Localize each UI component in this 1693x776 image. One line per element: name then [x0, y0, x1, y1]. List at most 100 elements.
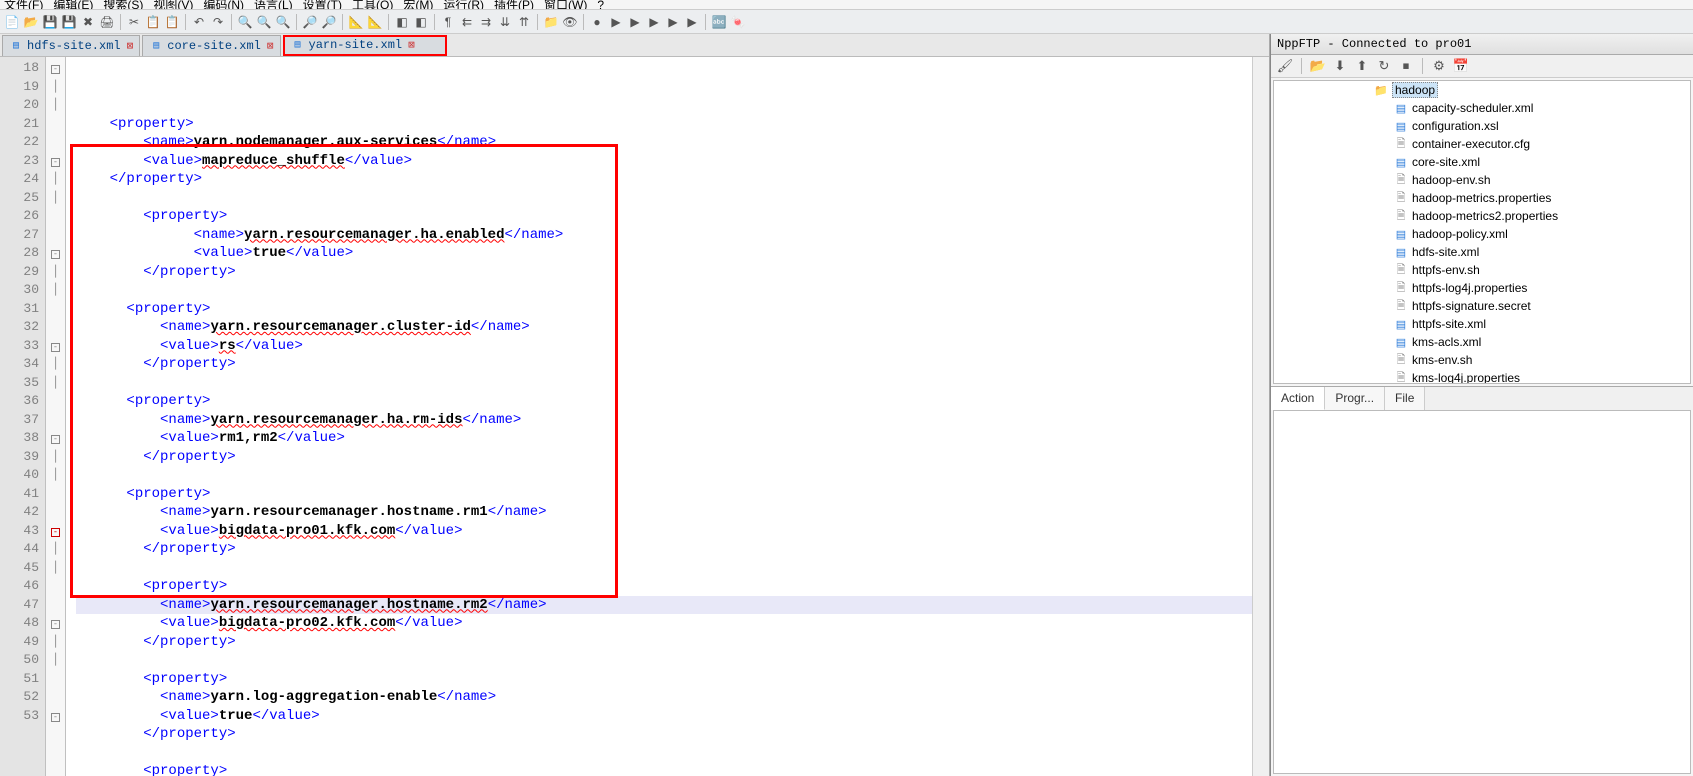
- folder-name[interactable]: hadoop: [1392, 82, 1438, 98]
- nppftp-toolbar-icon[interactable]: 📂: [1310, 58, 1326, 74]
- nppftp-toolbar-icon[interactable]: ⬇: [1332, 58, 1348, 74]
- toolbar-button-icon[interactable]: ¶: [440, 14, 456, 30]
- fold-marker[interactable]: [46, 485, 65, 504]
- file-name[interactable]: hadoop-env.sh: [1412, 173, 1491, 187]
- file-name[interactable]: httpfs-signature.secret: [1412, 299, 1531, 313]
- menu-item[interactable]: ?: [597, 0, 604, 10]
- code-line[interactable]: <value>true</value>: [76, 707, 1252, 726]
- fold-marker[interactable]: [46, 392, 65, 411]
- fold-marker[interactable]: │: [46, 355, 65, 374]
- code-line[interactable]: </property>: [76, 540, 1252, 559]
- fold-marker[interactable]: [46, 670, 65, 689]
- code-line[interactable]: </property>: [76, 725, 1252, 744]
- nppftp-log-tab[interactable]: File: [1385, 387, 1425, 410]
- code-line[interactable]: [76, 189, 1252, 208]
- code-line[interactable]: <property>: [76, 485, 1252, 504]
- tree-folder-row[interactable]: 📁hadoop: [1274, 81, 1690, 99]
- fold-marker[interactable]: -: [46, 59, 65, 78]
- file-name[interactable]: kms-env.sh: [1412, 353, 1472, 367]
- code-line[interactable]: <name>yarn.resourcemanager.hostname.rm2<…: [76, 596, 1252, 615]
- toolbar-button-icon[interactable]: ⇇: [459, 14, 475, 30]
- toolbar-button-icon[interactable]: 🖨: [99, 14, 115, 30]
- nppftp-log-tab[interactable]: Action: [1271, 387, 1325, 410]
- code-line[interactable]: <name>yarn.nodemanager.aux-services</nam…: [76, 133, 1252, 152]
- toolbar-button-icon[interactable]: 👁: [562, 14, 578, 30]
- code-line[interactable]: <name>yarn.resourcemanager.ha.enabled</n…: [76, 226, 1252, 245]
- fold-marker[interactable]: [46, 688, 65, 707]
- fold-marker[interactable]: [46, 577, 65, 596]
- fold-marker[interactable]: [46, 411, 65, 430]
- tree-file-row[interactable]: ▤core-site.xml: [1274, 153, 1690, 171]
- code-line[interactable]: [76, 374, 1252, 393]
- tree-file-row[interactable]: 🗎httpfs-signature.secret: [1274, 297, 1690, 315]
- menu-item[interactable]: 语言(L): [254, 0, 293, 10]
- fold-marker[interactable]: [46, 300, 65, 319]
- nppftp-log-area[interactable]: [1273, 410, 1691, 774]
- code-line[interactable]: <name>yarn.resourcemanager.hostname.rm1<…: [76, 503, 1252, 522]
- nppftp-toolbar-icon[interactable]: ⏹: [1398, 58, 1414, 74]
- code-line[interactable]: <name>yarn.resourcemanager.cluster-id</n…: [76, 318, 1252, 337]
- code-line[interactable]: <value>mapreduce_shuffle</value>: [76, 152, 1252, 171]
- menu-item[interactable]: 窗口(W): [544, 0, 587, 10]
- tree-file-row[interactable]: 🗎httpfs-log4j.properties: [1274, 279, 1690, 297]
- code-area[interactable]: <property> <name>yarn.nodemanager.aux-se…: [66, 57, 1252, 776]
- tree-file-row[interactable]: ▤httpfs-site.xml: [1274, 315, 1690, 333]
- code-line[interactable]: [76, 744, 1252, 763]
- close-tab-icon[interactable]: ⊠: [267, 39, 274, 53]
- toolbar-button-icon[interactable]: ▶: [665, 14, 681, 30]
- code-line[interactable]: <property>: [76, 300, 1252, 319]
- code-line[interactable]: <value>rm1,rm2</value>: [76, 429, 1252, 448]
- fold-marker[interactable]: -: [46, 707, 65, 726]
- fold-marker[interactable]: │: [46, 466, 65, 485]
- fold-marker[interactable]: [46, 503, 65, 522]
- toolbar-button-icon[interactable]: ▶: [608, 14, 624, 30]
- fold-marker[interactable]: -: [46, 614, 65, 633]
- close-tab-icon[interactable]: ⊠: [408, 38, 415, 52]
- toolbar-button-icon[interactable]: ▶: [684, 14, 700, 30]
- fold-marker[interactable]: -: [46, 522, 65, 541]
- toolbar-button-icon[interactable]: 📐: [348, 14, 364, 30]
- file-name[interactable]: hadoop-metrics2.properties: [1412, 209, 1558, 223]
- tree-file-row[interactable]: 🗎hadoop-metrics.properties: [1274, 189, 1690, 207]
- toolbar-button-icon[interactable]: 🔍: [237, 14, 253, 30]
- toolbar-button-icon[interactable]: 📂: [23, 14, 39, 30]
- file-name[interactable]: hadoop-metrics.properties: [1412, 191, 1551, 205]
- editor-tab[interactable]: ▤yarn-site.xml⊠: [283, 35, 447, 56]
- toolbar-button-icon[interactable]: 📋: [164, 14, 180, 30]
- tree-file-row[interactable]: 🗎container-executor.cfg: [1274, 135, 1690, 153]
- tree-file-row[interactable]: ▤hadoop-policy.xml: [1274, 225, 1690, 243]
- tree-file-row[interactable]: 🗎kms-log4j.properties: [1274, 369, 1690, 384]
- nppftp-toolbar-icon[interactable]: ⬆: [1354, 58, 1370, 74]
- fold-marker[interactable]: │: [46, 78, 65, 97]
- toolbar-button-icon[interactable]: ◧: [413, 14, 429, 30]
- tree-file-row[interactable]: ▤capacity-scheduler.xml: [1274, 99, 1690, 117]
- editor-scrollbar-vertical[interactable]: [1252, 57, 1269, 776]
- editor-tab[interactable]: ▤hdfs-site.xml⊠: [2, 35, 140, 56]
- fold-marker[interactable]: -: [46, 244, 65, 263]
- toolbar-button-icon[interactable]: ⇉: [478, 14, 494, 30]
- tree-file-row[interactable]: 🗎hadoop-metrics2.properties: [1274, 207, 1690, 225]
- tree-file-row[interactable]: ▤configuration.xsl: [1274, 117, 1690, 135]
- toolbar-button-icon[interactable]: 📋: [145, 14, 161, 30]
- file-name[interactable]: kms-log4j.properties: [1412, 371, 1520, 384]
- menu-item[interactable]: 编辑(E): [53, 0, 93, 10]
- menu-item[interactable]: 设置(T): [303, 0, 342, 10]
- toolbar-button-icon[interactable]: 💾: [61, 14, 77, 30]
- toolbar-button-icon[interactable]: 🔤: [711, 14, 727, 30]
- menu-item[interactable]: 插件(P): [494, 0, 534, 10]
- code-line[interactable]: </property>: [76, 170, 1252, 189]
- file-name[interactable]: capacity-scheduler.xml: [1412, 101, 1533, 115]
- fold-marker[interactable]: │: [46, 651, 65, 670]
- toolbar-button-icon[interactable]: 🔎: [321, 14, 337, 30]
- tree-file-row[interactable]: ▤kms-acls.xml: [1274, 333, 1690, 351]
- code-line[interactable]: <value>true</value>: [76, 244, 1252, 263]
- code-line[interactable]: <property>: [76, 207, 1252, 226]
- menu-item[interactable]: 搜索(S): [103, 0, 143, 10]
- code-line[interactable]: <value>rs</value>: [76, 337, 1252, 356]
- code-line[interactable]: [76, 466, 1252, 485]
- code-line[interactable]: [76, 281, 1252, 300]
- code-line[interactable]: <name>yarn.log-aggregation-enable</name>: [76, 688, 1252, 707]
- code-line[interactable]: <property>: [76, 762, 1252, 776]
- fold-marker[interactable]: │: [46, 559, 65, 578]
- toolbar-button-icon[interactable]: 📄: [4, 14, 20, 30]
